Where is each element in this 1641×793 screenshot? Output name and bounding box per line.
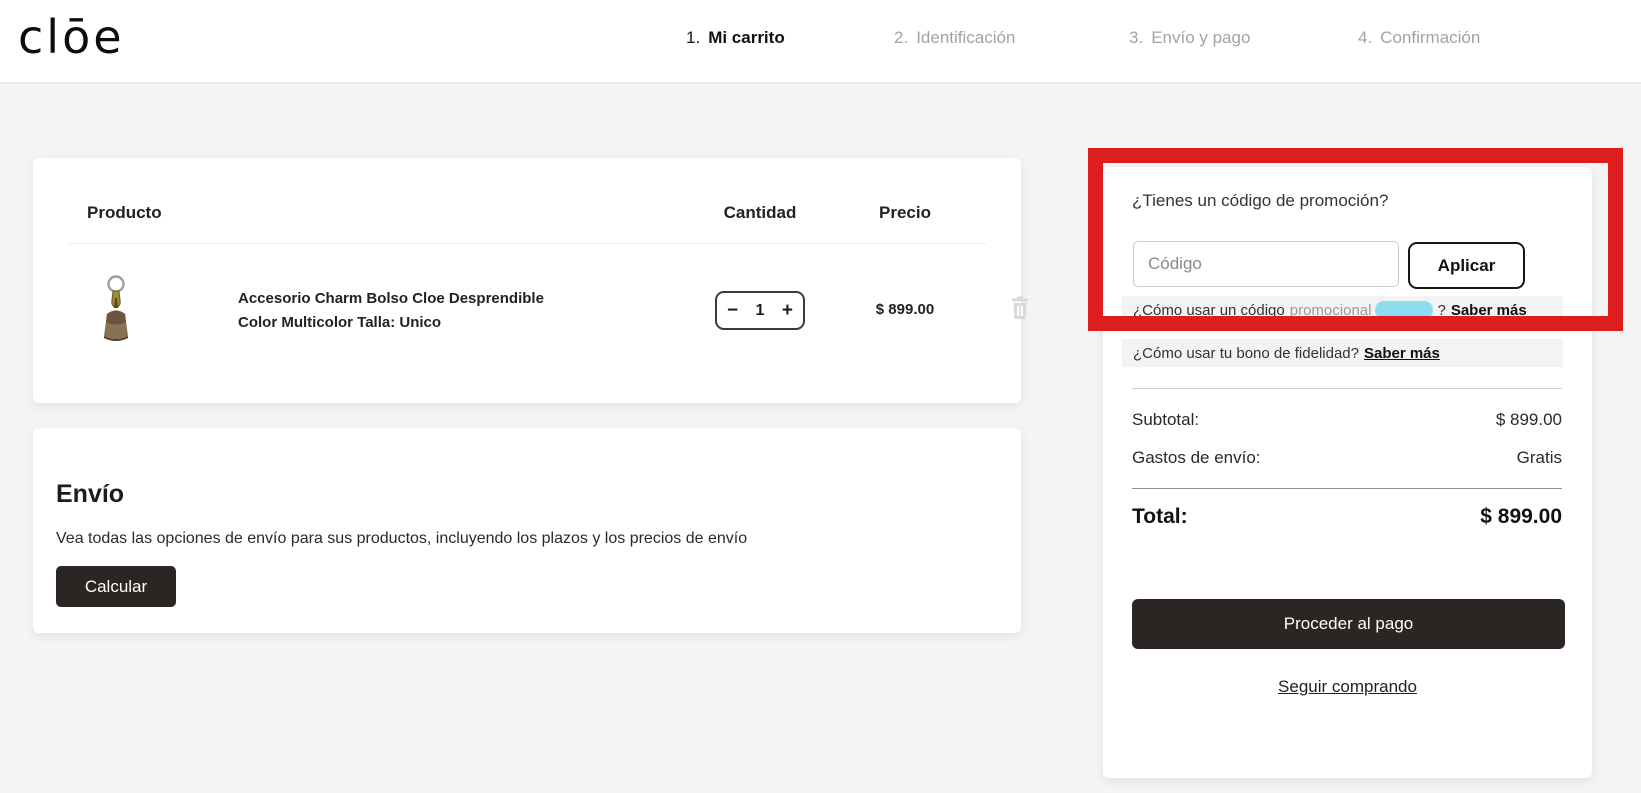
step-label: Envío y pago <box>1151 28 1250 47</box>
step-number: 2. <box>894 28 908 47</box>
product-title-line2: Color Multicolor Talla: Unico <box>238 311 544 335</box>
column-header-price: Precio <box>865 203 945 223</box>
quantity-value: 1 <box>756 302 765 320</box>
quantity-decrease-button[interactable]: − <box>727 301 738 320</box>
promo-help-row: ¿Cómo usar un código promocional ? Saber… <box>1122 296 1563 324</box>
cart-card: Producto Cantidad Precio Accesorio Charm… <box>33 158 1021 403</box>
step-number: 3. <box>1129 28 1143 47</box>
shipping-cost-row: Gastos de envío: Gratis <box>1132 448 1562 468</box>
calculate-shipping-button[interactable]: Calcular <box>56 566 176 607</box>
quantity-stepper[interactable]: − 1 + <box>715 291 805 330</box>
header: clōe 1. Mi carrito 2. Identificación 3. Env… <box>0 0 1641 84</box>
checkout-step-confirmacion: 4. Confirmación <box>1358 28 1480 48</box>
remove-item-trash-icon[interactable] <box>1009 296 1031 320</box>
step-number: 4. <box>1358 28 1372 47</box>
loyalty-help-row: ¿Cómo usar tu bono de fidelidad? Saber m… <box>1122 339 1563 367</box>
column-header-quantity: Cantidad <box>720 203 800 223</box>
promo-help-question-mark: ? <box>1437 302 1445 319</box>
brand-logo[interactable]: clōe <box>18 10 125 64</box>
order-summary-card: ¿Tienes un código de promoción? Aplicar … <box>1103 167 1592 778</box>
product-title[interactable]: Accesorio Charm Bolso Cloe Desprendible … <box>238 287 544 335</box>
subtotal-value: $ 899.00 <box>1496 410 1562 430</box>
promo-code-input[interactable] <box>1133 241 1399 287</box>
total-row: Total: $ 899.00 <box>1132 505 1562 529</box>
highlight-chip <box>1375 301 1433 319</box>
checkout-step-envio-y-pago: 3. Envío y pago <box>1129 28 1250 48</box>
step-number: 1. <box>686 28 700 47</box>
shipping-cost-label: Gastos de envío: <box>1132 448 1261 468</box>
summary-divider <box>1132 388 1562 389</box>
shipping-title: Envío <box>56 480 124 509</box>
shipping-cost-value: Gratis <box>1517 448 1562 468</box>
subtotal-label: Subtotal: <box>1132 410 1199 430</box>
product-title-line1: Accesorio Charm Bolso Cloe Desprendible <box>238 287 544 311</box>
promo-help-muted-word: promocional <box>1290 302 1372 319</box>
table-divider <box>68 243 986 244</box>
promo-help-text: ¿Cómo usar un código <box>1133 302 1285 319</box>
checkout-step-mi-carrito[interactable]: 1. Mi carrito <box>686 28 785 48</box>
continue-shopping-link[interactable]: Seguir comprando <box>1278 677 1417 696</box>
column-header-product: Producto <box>87 203 162 223</box>
cart-page: clōe 1. Mi carrito 2. Identificación 3. Env… <box>0 0 1641 793</box>
step-label: Mi carrito <box>708 28 785 47</box>
quantity-increase-button[interactable]: + <box>782 301 793 320</box>
promo-help-saber-mas-link[interactable]: Saber más <box>1451 302 1527 319</box>
apply-promo-button[interactable]: Aplicar <box>1408 242 1525 289</box>
step-label: Confirmación <box>1380 28 1480 47</box>
subtotal-row: Subtotal: $ 899.00 <box>1132 410 1562 430</box>
total-value: $ 899.00 <box>1480 505 1562 529</box>
total-label: Total: <box>1132 505 1188 529</box>
shipping-card: Envío Vea todas las opciones de envío pa… <box>33 428 1021 633</box>
continue-shopping: Seguir comprando <box>1103 677 1592 697</box>
shipping-description: Vea todas las opciones de envío para sus… <box>56 530 747 548</box>
product-price: $ 899.00 <box>845 301 965 318</box>
loyalty-saber-mas-link[interactable]: Saber más <box>1364 345 1440 362</box>
checkout-step-identificacion: 2. Identificación <box>894 28 1015 48</box>
step-label: Identificación <box>916 28 1015 47</box>
total-divider <box>1132 488 1562 489</box>
promo-code-question: ¿Tienes un código de promoción? <box>1132 191 1388 211</box>
loyalty-help-text: ¿Cómo usar tu bono de fidelidad? <box>1133 345 1359 362</box>
product-thumbnail-charm[interactable] <box>95 274 137 344</box>
proceed-to-payment-button[interactable]: Proceder al pago <box>1132 599 1565 649</box>
